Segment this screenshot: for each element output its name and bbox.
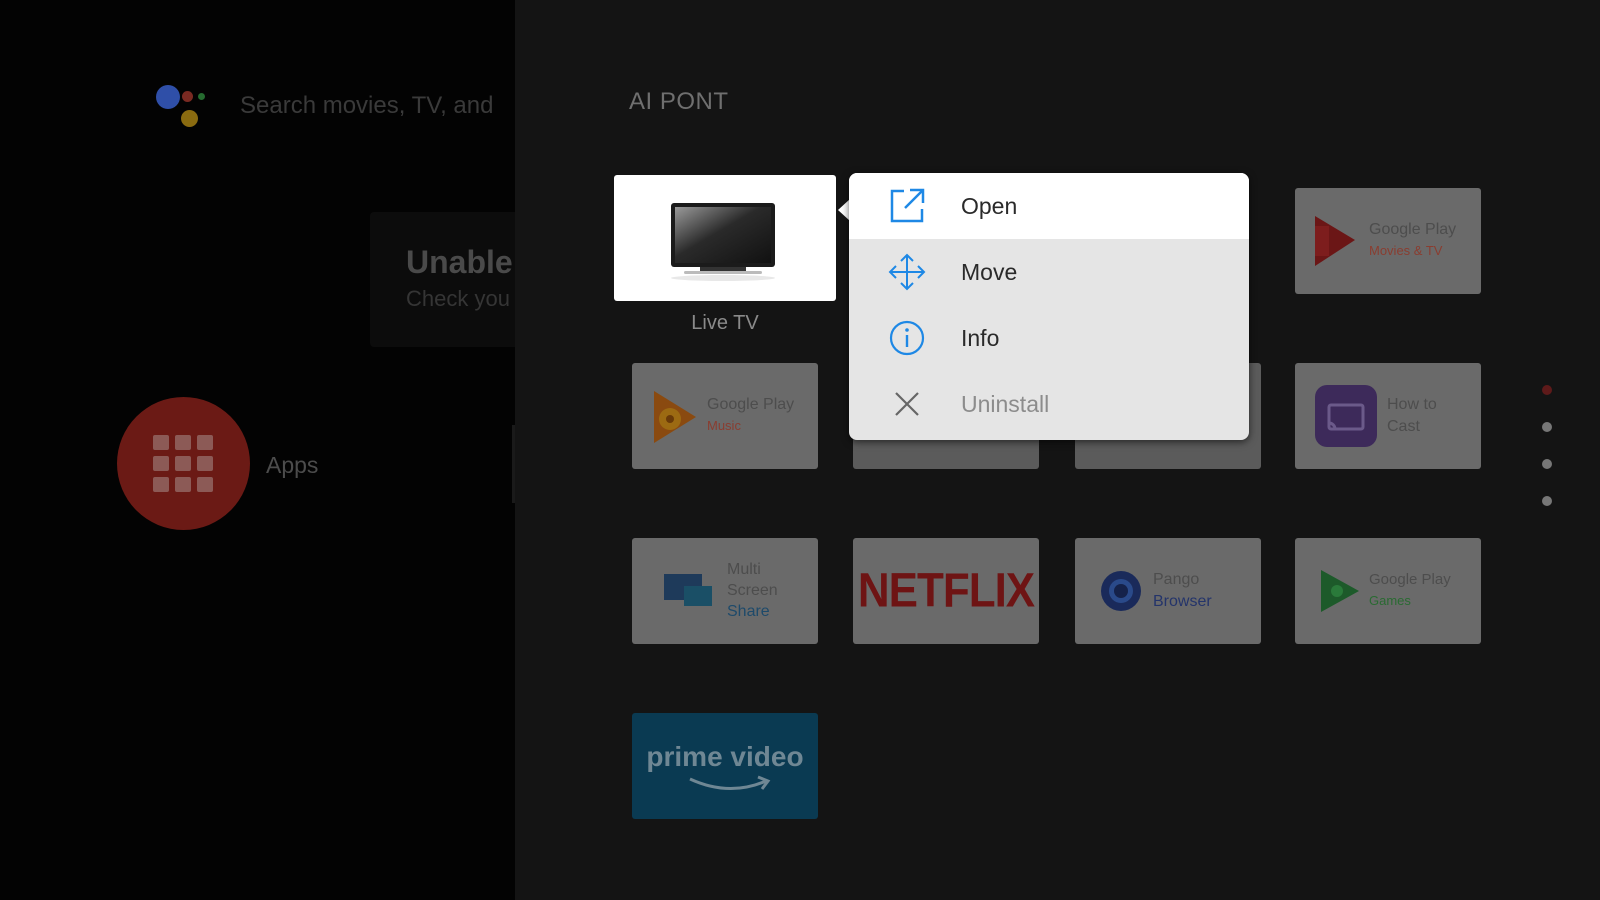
app-tile-how-to-cast[interactable]: How to Cast (1295, 363, 1481, 469)
prime-video-logo: prime video (646, 741, 804, 772)
netflix-logo: NETFLIX (857, 563, 1035, 618)
move-arrows-icon (887, 252, 927, 292)
home-screen-background: Search movies, TV, and Unable Check you … (0, 0, 515, 900)
menu-item-move[interactable]: Move (849, 239, 1249, 305)
play-movies-icon (1315, 216, 1355, 266)
menu-item-label: Open (961, 192, 1018, 219)
app-context-menu: Open Move Info Uninstall (849, 173, 1249, 440)
play-games-icon (1321, 570, 1359, 612)
page-indicator (1540, 385, 1554, 515)
google-assistant-icon[interactable] (156, 85, 208, 133)
close-x-icon (887, 384, 927, 424)
app-label-line2: Games (1369, 593, 1411, 608)
menu-item-label: Move (961, 258, 1018, 285)
app-label-line1: Google Play (707, 396, 795, 413)
page-dot (1542, 459, 1552, 469)
app-label-line2: Music (707, 418, 741, 433)
app-tile-google-play-music[interactable]: Google Play Music (632, 363, 818, 469)
page-dot (1542, 422, 1552, 432)
notice-subtitle: Check you (406, 286, 510, 311)
app-label-line1: Google Play (1369, 221, 1457, 238)
app-label-line3: Share (727, 603, 770, 620)
notice-title: Unable (406, 244, 513, 280)
apps-label: Apps (266, 452, 319, 478)
page-dot-active (1542, 385, 1552, 395)
connection-notice-card: Unable Check you (370, 212, 515, 347)
app-tile-prime-video[interactable]: prime video (632, 713, 818, 819)
screens-icon (664, 574, 712, 606)
television-icon (671, 203, 775, 281)
menu-item-open[interactable]: Open (849, 173, 1249, 239)
apps-panel: AI PONT Live TV Google Play Movies & TV … (515, 0, 1600, 900)
app-label-line2: Movies & TV (1369, 243, 1443, 258)
smile-arrow-icon (689, 775, 771, 791)
menu-item-uninstall[interactable]: Uninstall (849, 371, 1249, 437)
app-label-line2: Browser (1153, 593, 1212, 610)
menu-item-label: Info (961, 324, 1000, 351)
app-tile-google-play-games[interactable]: Google Play Games (1295, 538, 1481, 644)
info-icon (887, 318, 927, 358)
live-tv-tile[interactable] (614, 175, 836, 301)
app-label-line1: Google Play (1369, 571, 1451, 588)
app-label-line1: Pango (1153, 571, 1200, 588)
app-label-line1: How to (1387, 396, 1437, 413)
app-label-line1: Multi (727, 561, 761, 578)
apps-button[interactable] (117, 397, 250, 530)
page-dot (1542, 496, 1552, 506)
app-label-line2: Screen (727, 582, 778, 599)
search-prompt[interactable]: Search movies, TV, and (240, 92, 493, 120)
open-external-icon (887, 186, 927, 226)
panel-title: AI PONT (629, 88, 729, 115)
cast-icon (1315, 385, 1377, 447)
app-tile-google-play-movies[interactable]: Google Play Movies & TV (1295, 188, 1481, 294)
app-tile-multi-screen-share[interactable]: Multi Screen Share (632, 538, 818, 644)
menu-item-info[interactable]: Info (849, 305, 1249, 371)
app-label-line2: Cast (1387, 418, 1420, 435)
app-tile-netflix[interactable]: NETFLIX (853, 538, 1039, 644)
apps-grid-icon (153, 435, 213, 493)
menu-item-label: Uninstall (961, 390, 1050, 417)
live-tv-label: Live TV (691, 312, 759, 334)
app-tile-pango-browser[interactable]: Pango Browser (1075, 538, 1261, 644)
play-music-icon (654, 391, 696, 443)
browser-icon (1101, 571, 1141, 611)
